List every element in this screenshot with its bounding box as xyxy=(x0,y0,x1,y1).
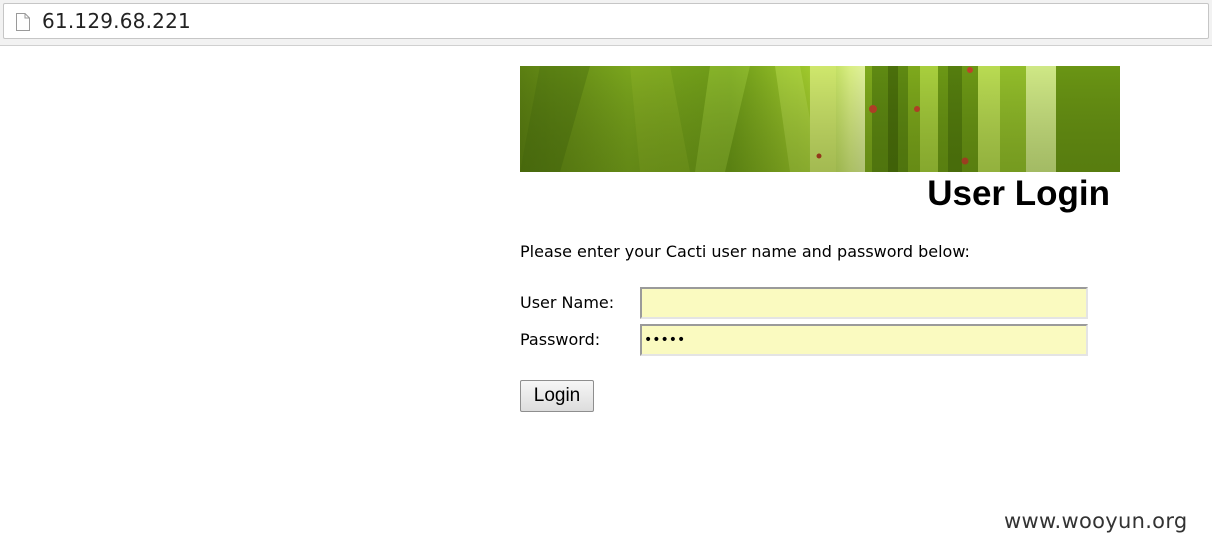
username-label: User Name: xyxy=(520,293,615,312)
document-icon xyxy=(16,13,30,31)
url-field[interactable]: 61.129.68.221 xyxy=(3,3,1209,39)
login-instructions: Please enter your Cacti user name and pa… xyxy=(520,242,970,261)
password-label: Password: xyxy=(520,330,601,349)
password-input[interactable] xyxy=(640,324,1088,356)
green-leaves-banner xyxy=(520,66,1120,172)
page-title: User Login xyxy=(927,174,1110,213)
username-input[interactable] xyxy=(640,287,1088,319)
login-button[interactable]: Login xyxy=(520,380,594,412)
browser-address-bar: 61.129.68.221 xyxy=(0,0,1212,46)
url-text: 61.129.68.221 xyxy=(42,9,191,33)
watermark: www.wooyun.org xyxy=(1004,509,1188,533)
